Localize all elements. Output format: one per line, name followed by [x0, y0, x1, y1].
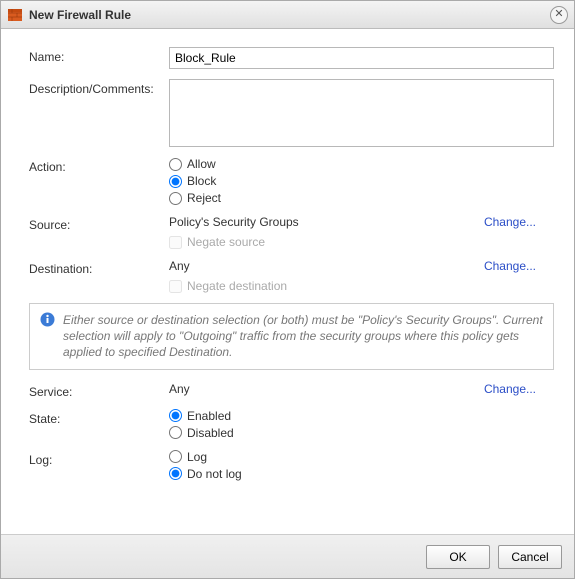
negate-destination-checkbox	[169, 280, 182, 293]
action-radio-group: Allow Block Reject	[169, 157, 221, 205]
state-disabled-label: Disabled	[187, 426, 234, 440]
negate-source: Negate source	[169, 235, 265, 249]
destination-change-link[interactable]: Change...	[484, 259, 536, 273]
state-disabled[interactable]: Disabled	[169, 426, 234, 440]
log-label: Log:	[29, 450, 169, 467]
log-off[interactable]: Do not log	[169, 467, 242, 481]
destination-label: Destination:	[29, 259, 169, 276]
ok-button[interactable]: OK	[426, 545, 490, 569]
action-label: Action:	[29, 157, 169, 174]
service-change-link[interactable]: Change...	[484, 382, 536, 396]
name-input[interactable]	[169, 47, 554, 69]
action-block-label: Block	[187, 174, 216, 188]
log-radio-group: Log Do not log	[169, 450, 242, 481]
dialog-footer: OK Cancel	[1, 534, 574, 578]
state-enabled-radio[interactable]	[169, 409, 182, 422]
close-icon: ✕	[554, 9, 563, 20]
action-block-radio[interactable]	[169, 175, 182, 188]
info-box: Either source or destination selection (…	[29, 303, 554, 370]
description-label: Description/Comments:	[29, 79, 169, 96]
action-allow-label: Allow	[187, 157, 216, 171]
service-label: Service:	[29, 382, 169, 399]
info-text: Either source or destination selection (…	[63, 312, 543, 361]
state-disabled-radio[interactable]	[169, 426, 182, 439]
info-icon	[40, 312, 55, 327]
name-label: Name:	[29, 47, 169, 64]
negate-destination-label: Negate destination	[187, 279, 287, 293]
source-label: Source:	[29, 215, 169, 232]
source-value: Policy's Security Groups	[169, 215, 484, 229]
destination-value: Any	[169, 259, 484, 273]
log-on-radio[interactable]	[169, 450, 182, 463]
dialog-title: New Firewall Rule	[29, 8, 544, 22]
titlebar: New Firewall Rule ✕	[1, 1, 574, 29]
description-textarea[interactable]	[169, 79, 554, 147]
action-block[interactable]: Block	[169, 174, 221, 188]
service-value: Any	[169, 382, 484, 396]
close-button[interactable]: ✕	[550, 6, 568, 24]
action-reject-label: Reject	[187, 191, 221, 205]
log-off-label: Do not log	[187, 467, 242, 481]
log-off-radio[interactable]	[169, 467, 182, 480]
action-allow[interactable]: Allow	[169, 157, 221, 171]
state-label: State:	[29, 409, 169, 426]
log-on-label: Log	[187, 450, 207, 464]
action-reject-radio[interactable]	[169, 192, 182, 205]
dialog-body: Name: Description/Comments: Action: Allo…	[1, 29, 574, 534]
action-allow-radio[interactable]	[169, 158, 182, 171]
firewall-rule-dialog: New Firewall Rule ✕ Name: Description/Co…	[0, 0, 575, 579]
state-enabled-label: Enabled	[187, 409, 231, 423]
action-reject[interactable]: Reject	[169, 191, 221, 205]
negate-source-checkbox	[169, 236, 182, 249]
log-on[interactable]: Log	[169, 450, 242, 464]
firewall-icon	[7, 7, 23, 23]
state-radio-group: Enabled Disabled	[169, 409, 234, 440]
source-change-link[interactable]: Change...	[484, 215, 536, 229]
cancel-button[interactable]: Cancel	[498, 545, 562, 569]
negate-source-label: Negate source	[187, 235, 265, 249]
state-enabled[interactable]: Enabled	[169, 409, 234, 423]
negate-destination: Negate destination	[169, 279, 287, 293]
